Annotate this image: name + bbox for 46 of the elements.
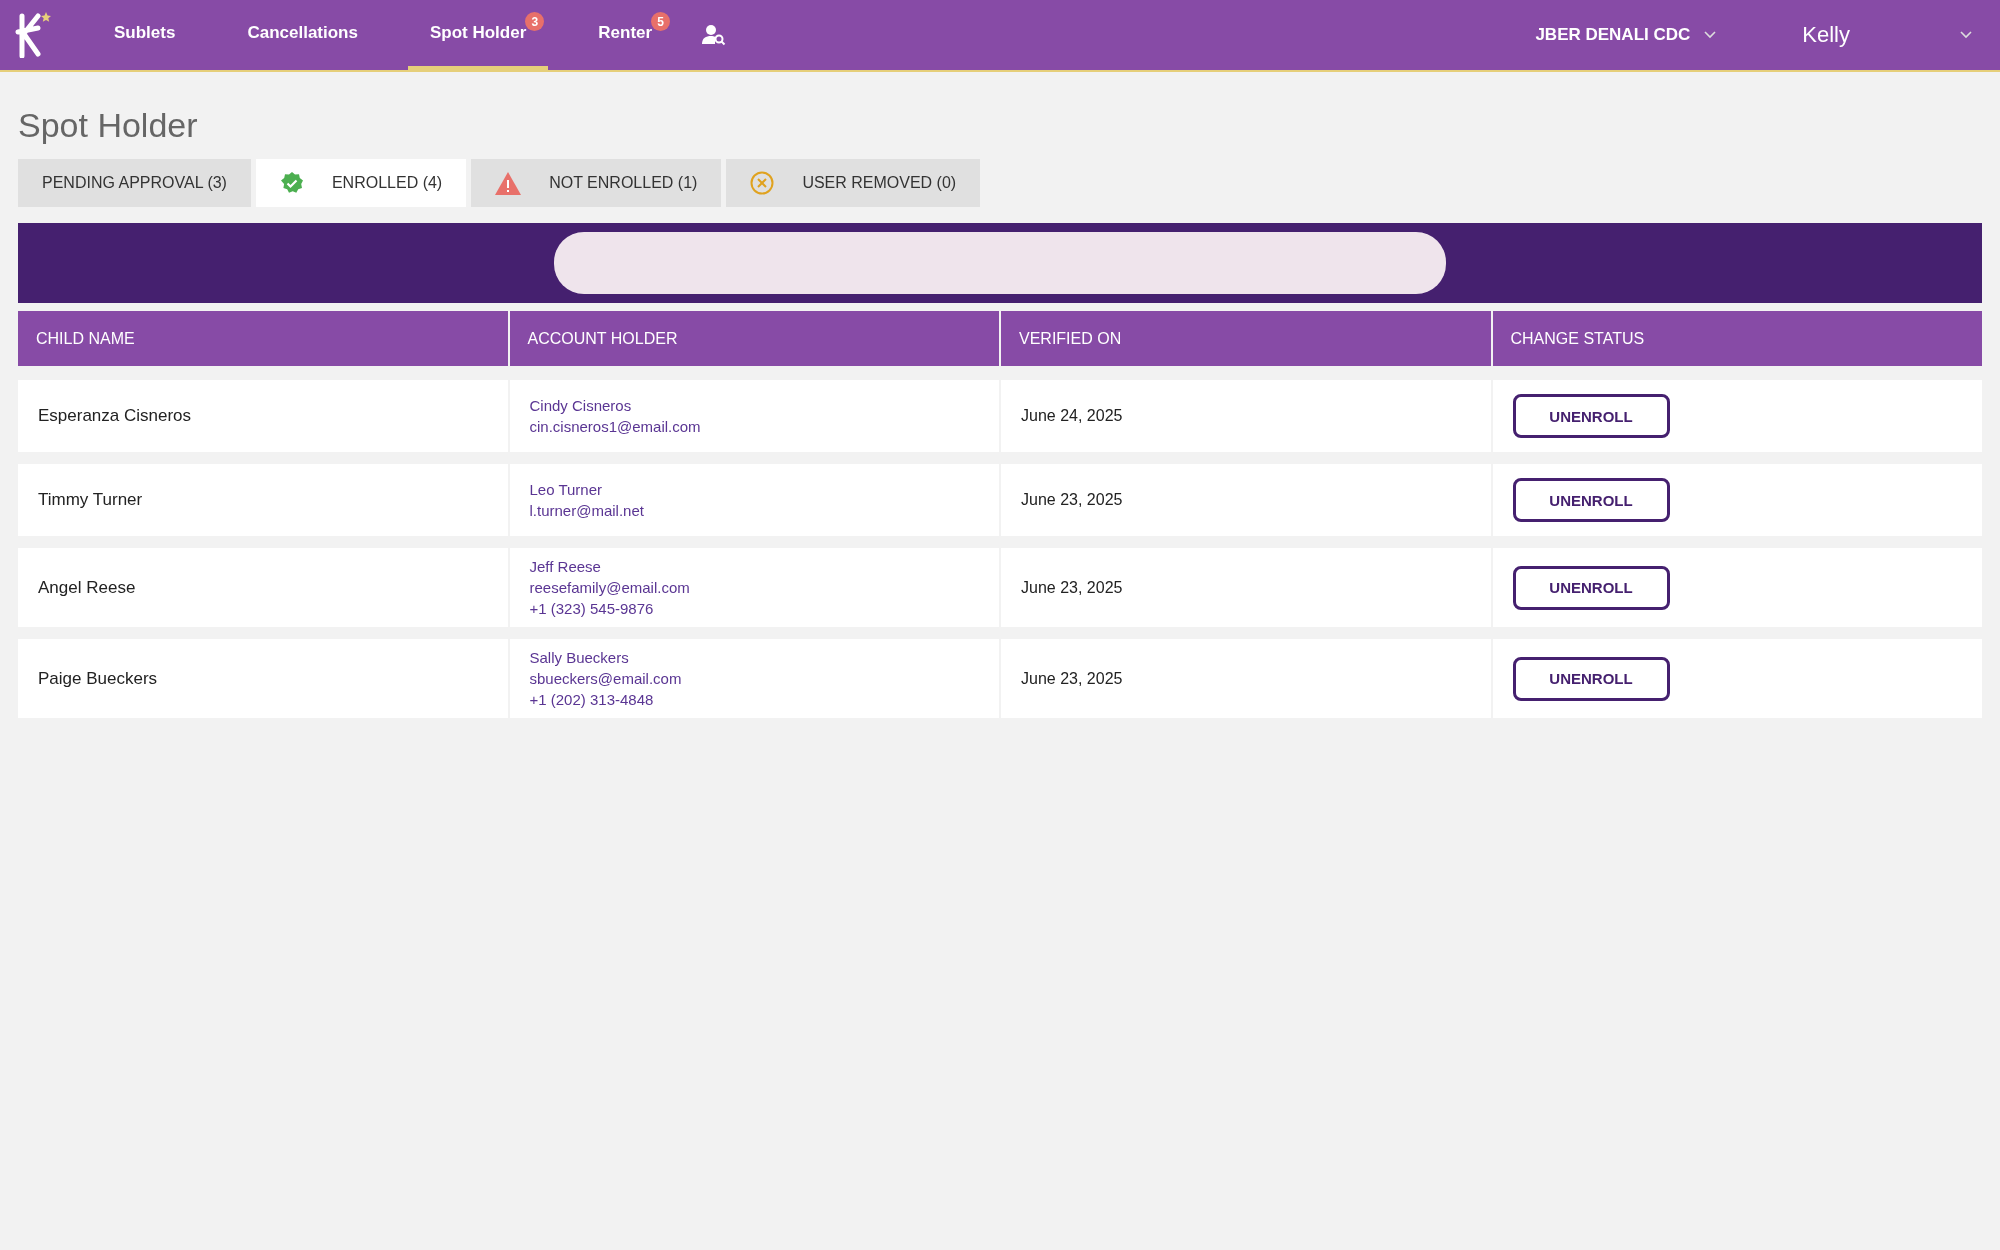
table-cell: Paige Bueckers <box>18 639 508 718</box>
holder-text: Leo Turner <box>529 480 604 500</box>
table-cell: June 24, 2025 <box>1001 380 1491 452</box>
location-dropdown[interactable]: JBER DENALI CDC <box>1535 25 1717 45</box>
holder-text: Cindy Cisneros <box>529 396 633 416</box>
column-header: VERIFIED ON <box>1001 311 1491 366</box>
holder-text: l.turner@mail.net <box>529 501 645 521</box>
status-tab[interactable]: PENDING APPROVAL (3) <box>18 159 251 207</box>
holder-text: Sally Bueckers <box>529 648 630 668</box>
status-tab[interactable]: USER REMOVED (0) <box>726 159 981 207</box>
column-header: CHILD NAME <box>18 311 508 366</box>
table-cell: June 23, 2025 <box>1001 639 1491 718</box>
holder-text: +1 (323) 545-9876 <box>529 599 655 619</box>
holder-text: +1 (202) 313-4848 <box>529 690 655 710</box>
unenroll-button[interactable]: UNENROLL <box>1512 394 1670 438</box>
nav-tab[interactable]: Cancellations <box>225 0 380 70</box>
unenroll-button[interactable]: UNENROLL <box>1512 565 1670 610</box>
count-badge: 3 <box>525 12 545 31</box>
holder-text: reesefamily@email.com <box>529 578 691 598</box>
table-cell: Esperanza Cisneros <box>18 380 508 452</box>
holder-text: sbueckers@email.com <box>529 669 683 689</box>
status-tab[interactable]: NOT ENROLLED (1) <box>471 159 722 207</box>
cancel-circle-icon <box>750 171 775 195</box>
nav-tab[interactable]: Sublets <box>92 0 198 70</box>
holder-text: cin.cisneros1@email.com <box>529 417 702 437</box>
table-cell: June 23, 2025 <box>1001 464 1491 536</box>
status-tab[interactable]: ENROLLED (4) <box>255 159 467 207</box>
nav-tab[interactable]: Renter 5 <box>576 0 675 70</box>
chevron-down-icon <box>1704 31 1717 39</box>
check-badge-icon <box>279 171 304 195</box>
table-cell: June 23, 2025 <box>1001 548 1491 627</box>
search-field[interactable] <box>554 232 1446 294</box>
unenroll-button[interactable]: UNENROLL <box>1512 478 1670 522</box>
user-search-icon[interactable] <box>702 24 727 46</box>
nav-tab[interactable]: Spot Holder 3 <box>407 0 549 70</box>
unenroll-button[interactable]: UNENROLL <box>1512 656 1670 701</box>
holder-text: Jeff Reese <box>529 557 602 577</box>
column-header: ACCOUNT HOLDER <box>509 311 999 366</box>
column-header: CHANGE STATUS <box>1492 311 1982 366</box>
chevron-down-icon <box>1960 31 1972 39</box>
table-cell: Angel Reese <box>18 548 508 627</box>
count-badge: 5 <box>651 12 671 31</box>
table-cell: Timmy Turner <box>18 464 508 536</box>
page-title: Spot Holder <box>18 105 199 145</box>
user-dropdown[interactable]: Kelly <box>1802 22 1972 48</box>
warning-icon <box>495 171 522 195</box>
